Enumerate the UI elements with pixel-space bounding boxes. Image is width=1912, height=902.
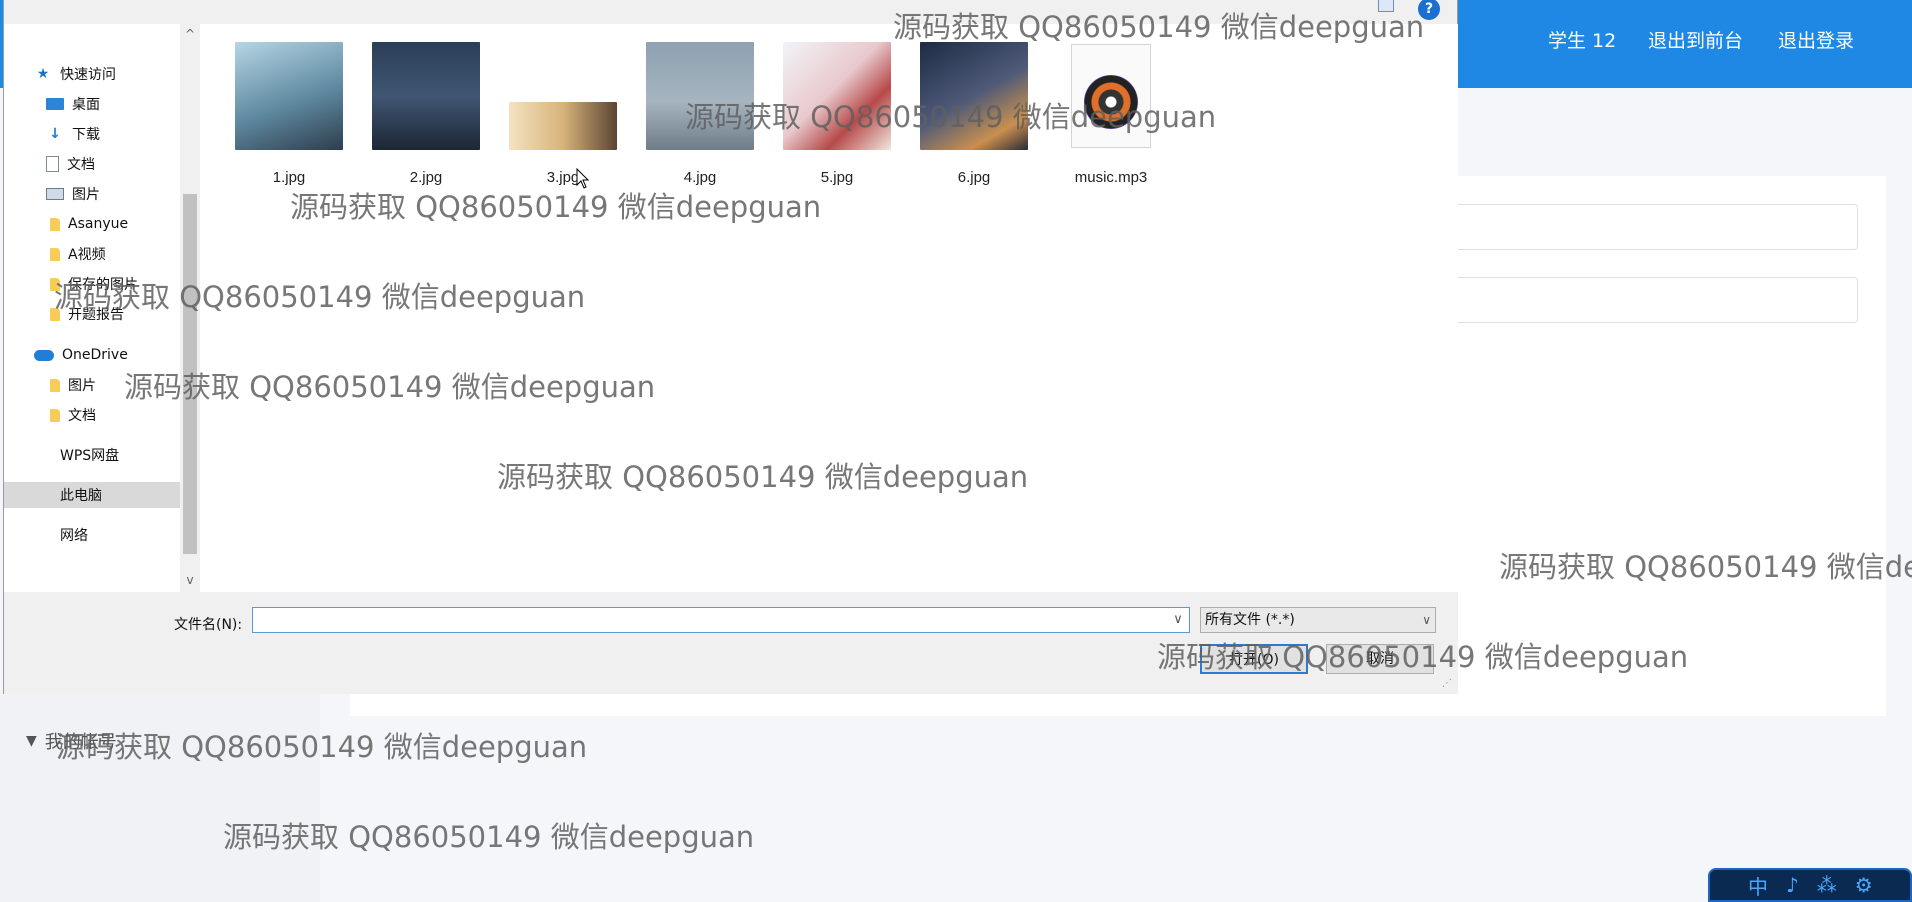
- desktop-icon: [46, 98, 64, 110]
- image-thumbnail: [646, 42, 754, 150]
- file-item[interactable]: 3.jpg: [504, 36, 622, 186]
- mouse-cursor-icon: [576, 168, 590, 189]
- image-thumbnail: [783, 42, 891, 150]
- image-thumbnail: [372, 42, 480, 150]
- gear-icon[interactable]: ⚙: [1855, 873, 1873, 897]
- music-note-icon[interactable]: ♪: [1786, 873, 1799, 897]
- open-button[interactable]: 打开(O): [1200, 644, 1308, 674]
- file-item[interactable]: 6.jpg: [915, 36, 1033, 186]
- nav-onedrive-documents[interactable]: 文档: [50, 402, 96, 428]
- share-icon[interactable]: ⁂: [1817, 873, 1837, 897]
- cancel-button[interactable]: 取消: [1326, 644, 1434, 674]
- folder-icon: [50, 408, 60, 422]
- file-item[interactable]: music.mp3: [1052, 36, 1170, 186]
- file-open-dialog: ? ★ 快速访问 桌面 ↓ 下载 文档 图片 Asanyue A视频 保存的图片…: [3, 0, 1458, 694]
- filename-input[interactable]: [252, 607, 1190, 633]
- resize-grip-icon[interactable]: ⋰: [1442, 678, 1454, 690]
- logout-link[interactable]: 退出登录: [1778, 26, 1854, 53]
- nav-network[interactable]: 网络: [60, 522, 88, 548]
- image-thumbnail: [920, 42, 1028, 150]
- chevron-down-icon: ∨: [1422, 613, 1431, 627]
- folder-icon: [50, 217, 60, 231]
- nav-folder-saved-pictures[interactable]: 保存的图片: [50, 271, 138, 297]
- nav-onedrive-pictures[interactable]: 图片: [50, 372, 96, 398]
- nav-quick-access[interactable]: ★ 快速访问: [34, 61, 116, 87]
- nav-downloads[interactable]: ↓ 下载: [46, 121, 100, 147]
- scroll-down-icon[interactable]: v: [183, 572, 197, 588]
- file-item[interactable]: 4.jpg: [641, 36, 759, 186]
- nav-onedrive[interactable]: OneDrive: [34, 342, 128, 368]
- filetype-value: 所有文件 (*.*): [1205, 612, 1295, 628]
- form-input-2[interactable]: [1440, 277, 1858, 323]
- download-icon: ↓: [49, 126, 61, 142]
- folder-icon: [50, 277, 60, 291]
- sidebar: [0, 690, 320, 902]
- sidebar-item-account[interactable]: ▼ 我的帐号: [26, 728, 117, 754]
- account-icon: ▼: [26, 733, 37, 749]
- folder-icon: [50, 247, 60, 261]
- folder-icon: [50, 378, 60, 392]
- file-item[interactable]: 1.jpg: [230, 36, 348, 186]
- nav-pictures[interactable]: 图片: [46, 181, 100, 207]
- nav-documents[interactable]: 文档: [46, 151, 95, 177]
- sidebar-item-label: 我的帐号: [44, 732, 117, 753]
- nav-desktop[interactable]: 桌面: [46, 91, 100, 117]
- filename-label: 文件名(N):: [174, 617, 243, 633]
- document-icon: [46, 156, 59, 172]
- cloud-icon: [34, 349, 54, 361]
- filetype-select[interactable]: 所有文件 (*.*) ∨: [1200, 607, 1436, 633]
- back-to-frontend-link[interactable]: 退出到前台: [1648, 26, 1743, 53]
- taskbar-widget[interactable]: 中 ♪ ⁂ ⚙: [1708, 868, 1912, 902]
- navigation-pane: ★ 快速访问 桌面 ↓ 下载 文档 图片 Asanyue A视频 保存的图片 开…: [4, 24, 180, 592]
- nav-folder-video[interactable]: A视频: [50, 241, 106, 267]
- music-disc-icon: [1084, 75, 1138, 129]
- nav-scrollbar[interactable]: ^ v: [180, 24, 200, 592]
- help-button[interactable]: ?: [1418, 0, 1440, 20]
- file-item[interactable]: 5.jpg: [778, 36, 896, 186]
- scroll-thumb[interactable]: [183, 194, 197, 554]
- student-user-link[interactable]: 学生 12: [1548, 26, 1616, 53]
- chevron-down-icon[interactable]: ∨: [1168, 609, 1188, 631]
- scroll-up-icon[interactable]: ^: [183, 26, 197, 42]
- nav-wps-drive[interactable]: WPS网盘: [60, 442, 119, 468]
- image-thumbnail: [235, 42, 343, 150]
- folder-icon: [50, 307, 60, 321]
- form-input-1[interactable]: [1440, 204, 1858, 250]
- file-list: 1.jpg 2.jpg 3.jpg 4.jpg 5.jpg 6.jpg musi…: [200, 24, 1458, 592]
- nav-folder-report[interactable]: 开题报告: [50, 301, 124, 327]
- picture-icon: [46, 188, 64, 200]
- preview-pane-icon[interactable]: [1378, 0, 1394, 12]
- file-item[interactable]: 2.jpg: [367, 36, 485, 186]
- image-thumbnail: [509, 102, 617, 150]
- nav-this-pc[interactable]: 此电脑: [4, 482, 180, 508]
- music-file-icon: [1071, 44, 1151, 148]
- ime-icon[interactable]: 中: [1748, 871, 1768, 900]
- dialog-bottom-bar: 文件名(N): ∨ 所有文件 (*.*) ∨ 打开(O) 取消 ⋰: [4, 592, 1458, 694]
- star-icon: ★: [36, 66, 50, 82]
- nav-folder-asanyue[interactable]: Asanyue: [50, 211, 128, 237]
